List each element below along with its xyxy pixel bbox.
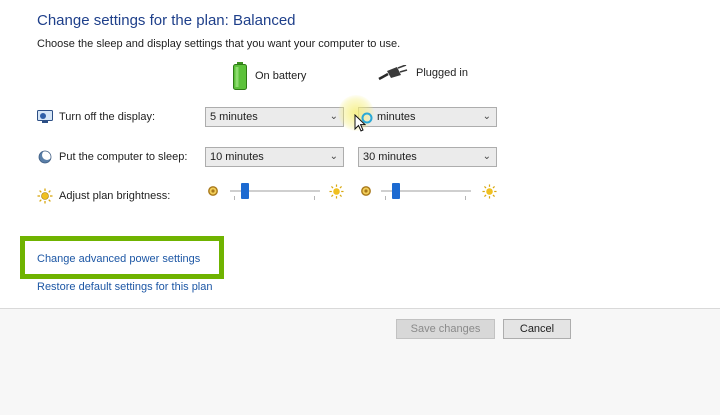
brightness-label-text: Adjust plan brightness: <box>59 190 171 202</box>
sleep-plugged-value: 30 minutes <box>363 151 417 163</box>
display-battery-select[interactable]: 5 minutes ⌄ <box>205 107 344 127</box>
row-label-display: Turn off the display: <box>37 109 155 125</box>
change-advanced-power-settings-link[interactable]: Change advanced power settings <box>37 253 200 265</box>
column-label-battery: On battery <box>255 70 307 82</box>
slider-tick <box>314 196 315 200</box>
footer-divider <box>0 308 720 309</box>
row-label-brightness: Adjust plan brightness: <box>37 188 170 204</box>
slider-thumb[interactable] <box>392 183 400 199</box>
sleep-plugged-select[interactable]: 30 minutes ⌄ <box>358 147 497 167</box>
display-plugged-value: minutes <box>377 111 416 123</box>
slider-tick <box>234 196 235 200</box>
chevron-down-icon: ⌄ <box>482 151 491 162</box>
slider-tick <box>465 196 466 200</box>
busy-ring-icon <box>361 112 373 127</box>
brightness-icon <box>37 188 53 204</box>
battery-icon <box>233 62 247 90</box>
column-header-plugged: Plugged in <box>378 65 468 81</box>
plug-icon <box>378 65 408 81</box>
bright-sun-icon <box>329 184 344 202</box>
slider-tick <box>385 196 386 200</box>
sleep-label-text: Put the computer to sleep: <box>59 151 188 163</box>
chevron-down-icon: ⌄ <box>482 111 491 122</box>
dim-sun-icon <box>360 185 372 200</box>
slider-thumb[interactable] <box>241 183 249 199</box>
brightness-plugged-slider[interactable] <box>381 181 471 205</box>
display-plugged-select[interactable]: minutes ⌄ <box>358 107 497 127</box>
chevron-down-icon: ⌄ <box>329 151 338 162</box>
column-header-battery: On battery <box>233 62 306 90</box>
brightness-battery-slider[interactable] <box>230 181 320 205</box>
save-changes-button[interactable]: Save changes <box>396 319 495 339</box>
sleep-battery-select[interactable]: 10 minutes ⌄ <box>205 147 344 167</box>
chevron-down-icon: ⌄ <box>329 111 338 122</box>
page-subtitle: Choose the sleep and display settings th… <box>37 38 401 50</box>
dim-sun-icon <box>207 185 219 200</box>
sleep-battery-value: 10 minutes <box>210 151 264 163</box>
page-title: Change settings for the plan: Balanced <box>37 12 296 29</box>
bright-sun-icon <box>482 184 497 202</box>
restore-default-settings-link[interactable]: Restore default settings for this plan <box>37 281 212 293</box>
cancel-button[interactable]: Cancel <box>503 319 571 339</box>
sleep-icon <box>37 149 53 165</box>
display-label-text: Turn off the display: <box>59 111 155 123</box>
display-battery-value: 5 minutes <box>210 111 258 123</box>
display-icon <box>37 109 53 125</box>
column-label-plugged: Plugged in <box>416 67 468 79</box>
row-label-sleep: Put the computer to sleep: <box>37 149 187 165</box>
